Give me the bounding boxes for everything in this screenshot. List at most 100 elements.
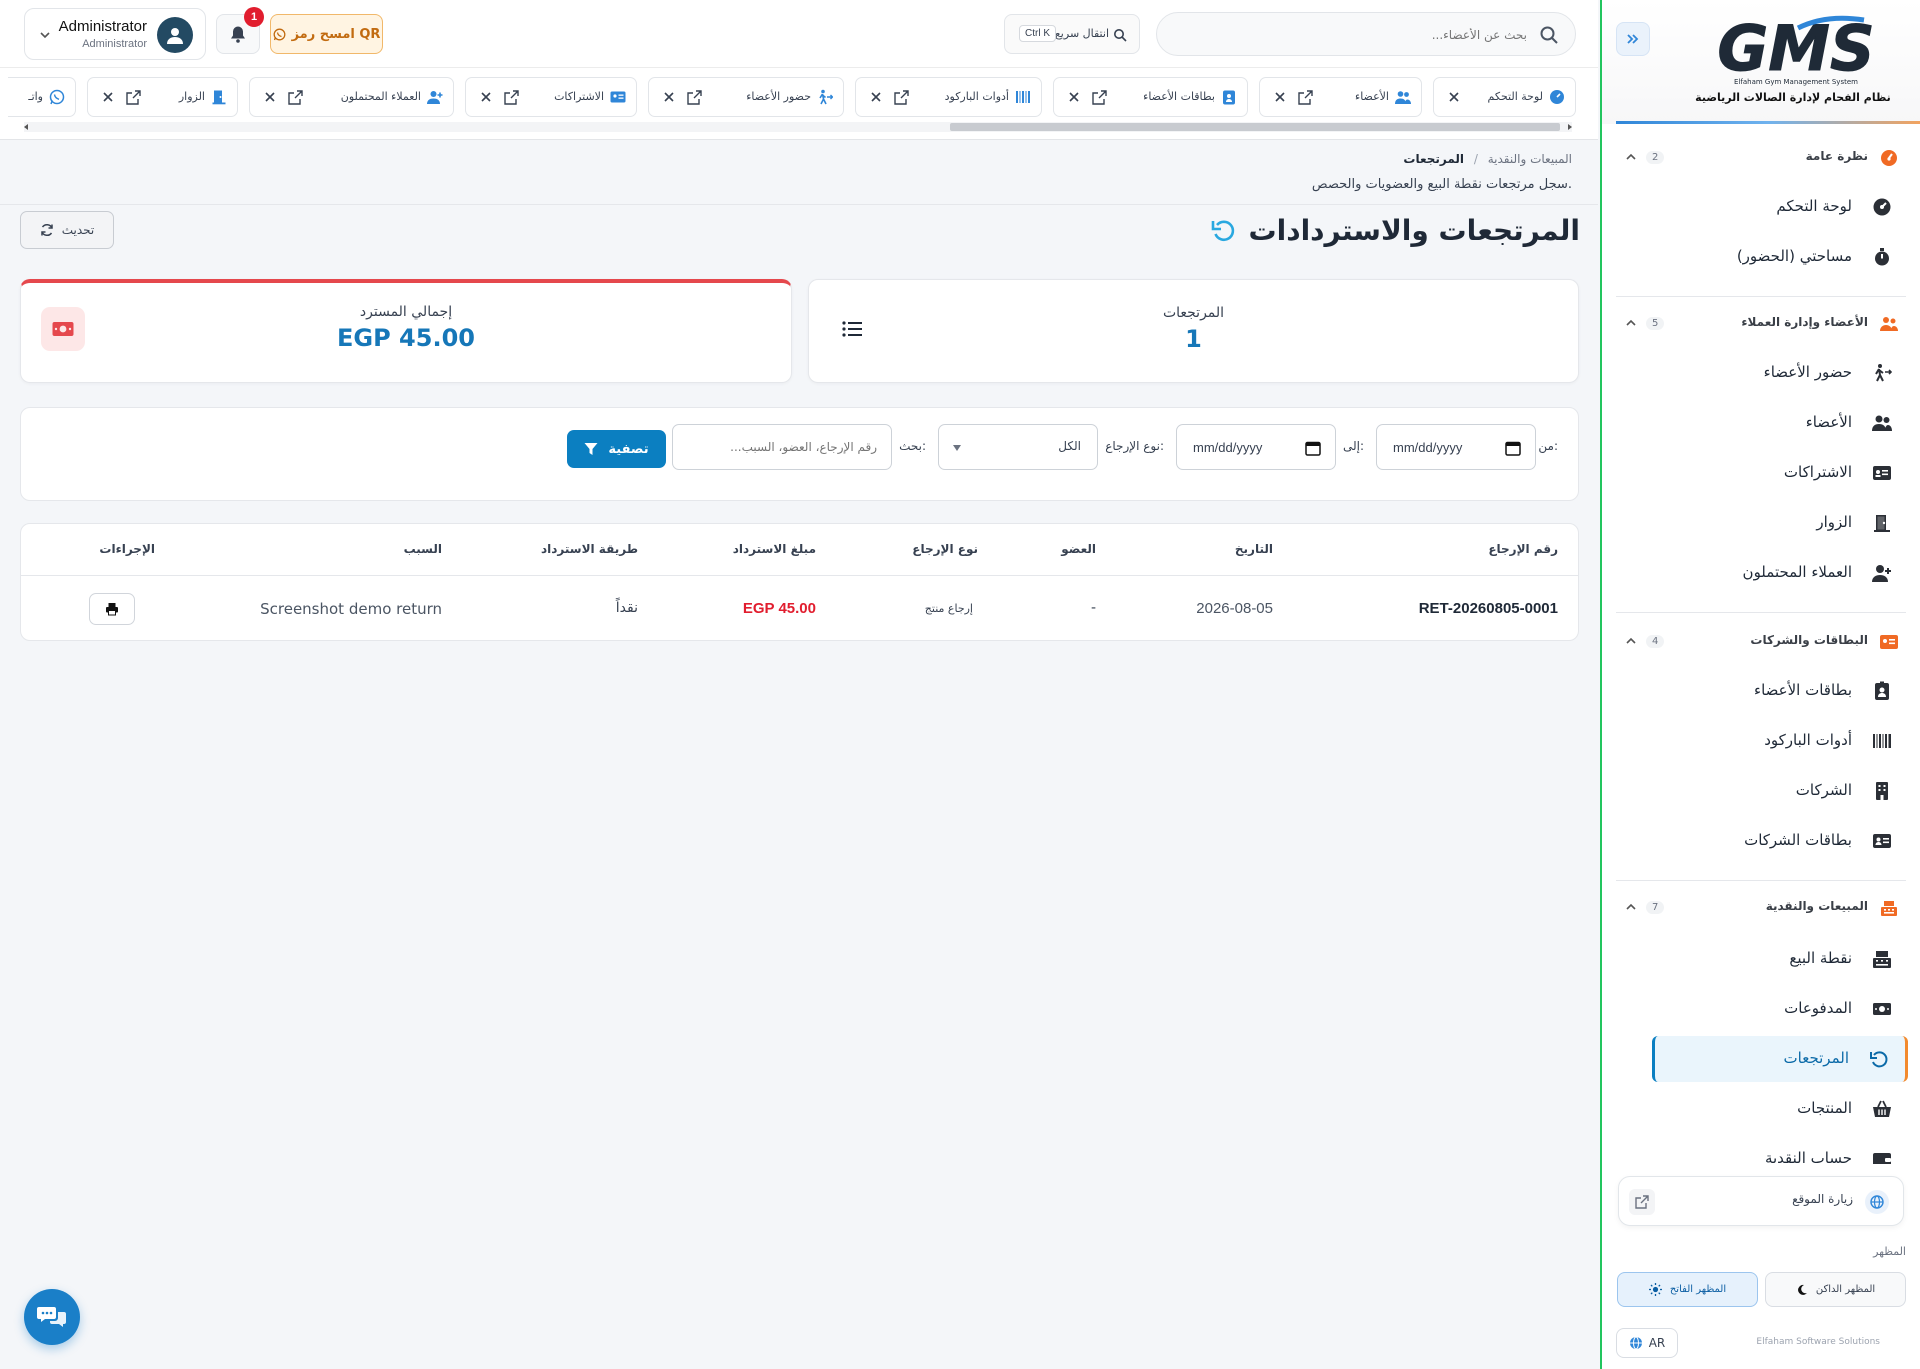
sidebar-item-cash-account[interactable]: حساب النقدية	[1652, 1138, 1908, 1164]
logo-subtext: Elfaham Gym Management System	[1734, 78, 1858, 86]
external-link-icon[interactable]	[894, 90, 909, 105]
tab-label: الزوار	[178, 90, 205, 103]
table-header-row: رقم الإرجاع التاريخ العضو نوع الإرجاع مب…	[21, 524, 1578, 576]
external-link-icon[interactable]	[504, 90, 519, 105]
section-count-badge: 4	[1646, 635, 1665, 648]
refresh-button[interactable]: تحديث	[20, 211, 114, 249]
external-link-icon[interactable]	[126, 90, 141, 105]
sidebar-item-barcode-tools[interactable]: أدوات الباركود	[1652, 720, 1908, 762]
undo-icon	[1870, 1051, 1888, 1068]
breadcrumb-parent[interactable]: المبيعات والنقدية	[1488, 152, 1572, 166]
close-icon[interactable]	[264, 91, 276, 103]
sidebar-item-members[interactable]: الأعضاء	[1652, 402, 1908, 444]
tabs-scrollbar[interactable]	[24, 122, 1572, 132]
sidebar-item-subscriptions[interactable]: الاشتراكات	[1652, 452, 1908, 494]
tab-members[interactable]: الأعضاء	[1259, 77, 1422, 117]
external-link-icon[interactable]	[687, 90, 702, 105]
sidebar-item-label: لوحة التحكم	[1776, 197, 1852, 215]
sun-icon	[1648, 1283, 1662, 1296]
scroll-left-arrow-icon[interactable]	[22, 123, 30, 131]
visit-site-link[interactable]: زيارة الموقع	[1618, 1176, 1904, 1226]
sidebar-item-products[interactable]: المنتجات	[1652, 1088, 1908, 1130]
sidebar-item-my-attendance[interactable]: مساحتي (الحضور)	[1652, 236, 1908, 278]
from-date-input[interactable]: mm/dd/yyyy	[1376, 424, 1536, 470]
close-icon[interactable]	[870, 91, 882, 103]
external-link-icon[interactable]	[1092, 90, 1107, 105]
member-search[interactable]	[1156, 12, 1576, 56]
cash-register-icon	[1873, 951, 1891, 968]
sidebar-item-member-attendance[interactable]: حضور الأعضاء	[1652, 352, 1908, 394]
filter-button[interactable]: تصفية	[567, 430, 666, 468]
appearance-label: المظهر	[1873, 1245, 1906, 1258]
close-icon[interactable]	[1068, 91, 1080, 103]
nav-section-sales[interactable]: المبيعات والنقدية 7	[1602, 882, 1920, 932]
sidebar-item-returns[interactable]: المرتجعات	[1652, 1036, 1908, 1082]
section-title: نظرة عامة	[1805, 149, 1868, 163]
returns-count-card: المرتجعات 1	[808, 279, 1579, 383]
close-icon[interactable]	[1448, 91, 1460, 103]
tab-leads[interactable]: العملاء المحتملون	[249, 77, 454, 117]
user-menu[interactable]: Administrator Administrator	[24, 8, 206, 60]
id-badge-icon	[1875, 681, 1889, 700]
sidebar-item-companies[interactable]: الشركات	[1652, 770, 1908, 812]
scan-qr-button[interactable]: امسح رمز QR	[270, 14, 383, 54]
close-icon[interactable]	[102, 91, 114, 103]
total-refund-label: إجمالي المسترد	[359, 304, 453, 320]
sidebar-item-member-cards[interactable]: بطاقات الأعضاء	[1652, 670, 1908, 712]
sidebar-item-dashboard[interactable]: لوحة التحكم	[1652, 186, 1908, 228]
dark-theme-button[interactable]: المظهر الداكن	[1765, 1272, 1906, 1307]
scroll-right-arrow-icon[interactable]	[1566, 123, 1574, 131]
money-icon	[1873, 1003, 1891, 1015]
users-icon	[1880, 317, 1898, 331]
sidebar-item-visitors[interactable]: الزوار	[1652, 502, 1908, 544]
tab-member-attendance[interactable]: حضور الأعضاء	[648, 77, 844, 117]
nav-section-cards[interactable]: البطاقات والشركات 4	[1602, 616, 1920, 666]
returns-count-value: 1	[1185, 325, 1202, 353]
nav-section-overview[interactable]: نظرة عامة 2	[1602, 132, 1920, 182]
tab-visitors[interactable]: الزوار	[87, 77, 238, 117]
close-icon[interactable]	[663, 91, 675, 103]
dark-theme-label: المظهر الداكن	[1815, 1284, 1876, 1295]
sidebar-item-pos[interactable]: نقطة البيع	[1652, 938, 1908, 980]
print-button[interactable]	[89, 593, 135, 625]
collapse-sidebar-button[interactable]	[1616, 22, 1650, 56]
close-icon[interactable]	[480, 91, 492, 103]
external-link-icon[interactable]	[288, 90, 303, 105]
return-type-label: نوع الإرجاع:	[1105, 439, 1164, 453]
light-theme-button[interactable]: المظهر الفاتح	[1617, 1272, 1758, 1307]
sidebar-item-payments[interactable]: المدفوعات	[1652, 988, 1908, 1030]
logo-caption: نظام الفحام لإدارة الصالات الرياضية	[1695, 91, 1891, 104]
barcode-icon	[1873, 734, 1891, 748]
returns-search-input[interactable]	[672, 424, 892, 470]
quick-nav-button[interactable]: انتقال سريع Ctrl K	[1004, 14, 1140, 54]
external-link-icon[interactable]	[1298, 90, 1313, 105]
return-type-select[interactable]: الكل	[938, 424, 1098, 470]
language-button[interactable]: AR	[1616, 1328, 1678, 1358]
walking-icon	[1875, 364, 1892, 382]
tab-barcode-tools[interactable]: أدوات الباركود	[855, 77, 1042, 117]
tab-whatsapp[interactable]: واتـ	[8, 77, 76, 117]
member-search-input[interactable]	[1187, 23, 1527, 47]
dashboard-icon	[1550, 90, 1564, 104]
logo-underline	[1616, 121, 1920, 124]
user-plus-icon	[1872, 565, 1891, 582]
scrollbar-thumb[interactable]	[950, 123, 1560, 131]
table-header: الإجراءات	[99, 542, 155, 556]
to-date-input[interactable]: mm/dd/yyyy	[1176, 424, 1336, 470]
tab-subscriptions[interactable]: الاشتراكات	[465, 77, 637, 117]
wallet-icon	[1873, 1153, 1891, 1164]
door-icon	[212, 90, 226, 105]
section-title: البطاقات والشركات	[1750, 633, 1868, 647]
chevron-down-icon	[40, 32, 50, 39]
chat-button[interactable]	[24, 1289, 80, 1345]
close-icon[interactable]	[1274, 91, 1286, 103]
tab-member-cards[interactable]: بطاقات الأعضاء	[1053, 77, 1248, 117]
sidebar-item-leads[interactable]: العملاء المحتملون	[1652, 552, 1908, 594]
sidebar-item-company-cards[interactable]: بطاقات الشركات	[1652, 820, 1908, 862]
sidebar-item-label: المرتجعات	[1783, 1049, 1849, 1067]
tab-label: بطاقات الأعضاء	[1143, 90, 1215, 103]
nav-section-members[interactable]: الأعضاء وإدارة العملاء 5	[1602, 298, 1920, 348]
tab-label: الأعضاء	[1355, 90, 1389, 103]
to-label: إلى:	[1342, 439, 1364, 453]
tab-dashboard[interactable]: لوحة التحكم	[1433, 77, 1576, 117]
